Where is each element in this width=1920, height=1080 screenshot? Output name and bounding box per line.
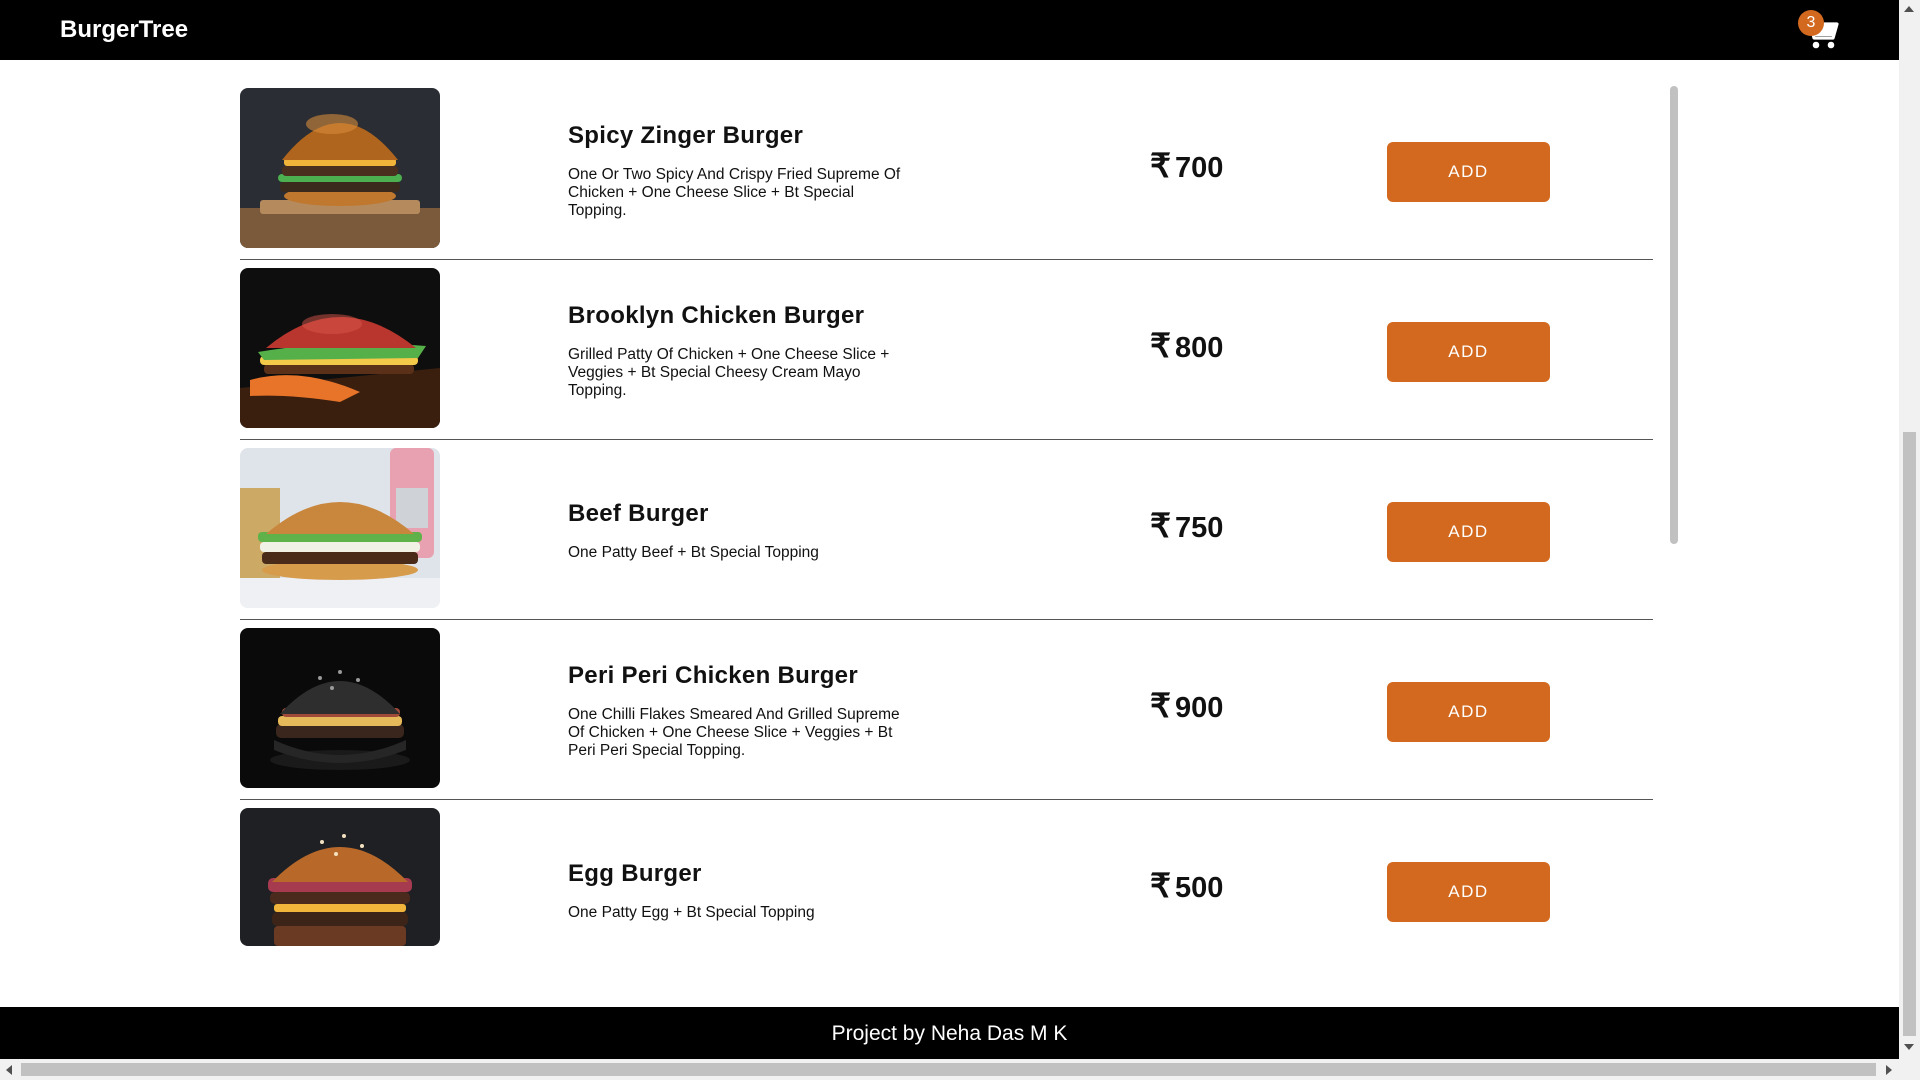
price-value: 500	[1175, 872, 1224, 904]
item-description: One Or Two Spicy And Crispy Fried Suprem…	[568, 166, 901, 219]
menu-list: Spicy Zinger Burger One Or Two Spicy And…	[240, 80, 1653, 948]
scroll-left-arrow-icon[interactable]	[6, 1065, 12, 1075]
item-description: One Patty Beef + Bt Special Topping	[568, 544, 819, 561]
price-value: 800	[1175, 332, 1224, 364]
add-button[interactable]: ADD	[1387, 682, 1550, 742]
scroll-right-arrow-icon[interactable]	[1886, 1065, 1892, 1075]
item-description: One Chilli Flakes Smeared And Grilled Su…	[568, 706, 900, 759]
item-name: Egg Burger	[568, 860, 702, 887]
rupee-icon: ₹	[1150, 867, 1171, 904]
rupee-icon: ₹	[1150, 687, 1171, 724]
item-price: ₹900	[1150, 687, 1224, 724]
add-button[interactable]: ADD	[1387, 502, 1550, 562]
scroll-up-arrow-icon[interactable]	[1904, 6, 1914, 12]
page-footer: Project by Neha Das M K	[0, 1007, 1899, 1059]
item-name: Beef Burger	[568, 500, 709, 527]
top-navbar: BurgerTree 3	[0, 0, 1899, 60]
app-viewport: BurgerTree 3 Spicy Zinger Burger One Or …	[0, 0, 1899, 1059]
add-button[interactable]: ADD	[1387, 322, 1550, 382]
scroll-down-arrow-icon[interactable]	[1904, 1044, 1914, 1050]
rupee-icon: ₹	[1150, 147, 1171, 184]
menu-item: Brooklyn Chicken Burger Grilled Patty Of…	[240, 260, 1653, 440]
menu-scrollbar-thumb[interactable]	[1670, 86, 1678, 544]
add-button[interactable]: ADD	[1387, 862, 1550, 922]
menu-item: Spicy Zinger Burger One Or Two Spicy And…	[240, 80, 1653, 260]
burger-image-beef	[240, 448, 440, 608]
brand-logo-text[interactable]: BurgerTree	[60, 16, 188, 44]
horizontal-scrollbar-thumb[interactable]	[21, 1063, 1876, 1076]
price-value: 750	[1175, 512, 1224, 544]
cart-button[interactable]: 3	[1798, 6, 1844, 52]
menu-item: Beef Burger One Patty Beef + Bt Special …	[240, 440, 1653, 620]
burger-image-brooklyn-chicken	[240, 268, 440, 428]
item-price: ₹800	[1150, 327, 1224, 364]
footer-credit: Project by Neha Das M K	[831, 1022, 1068, 1045]
menu-item: Peri Peri Chicken Burger One Chilli Flak…	[240, 620, 1653, 800]
cart-count-badge: 3	[1798, 10, 1824, 36]
burger-image-egg	[240, 808, 440, 946]
rupee-icon: ₹	[1150, 507, 1171, 544]
rupee-icon: ₹	[1150, 327, 1171, 364]
item-name: Peri Peri Chicken Burger	[568, 662, 858, 689]
item-description: Grilled Patty Of Chicken + One Cheese Sl…	[568, 346, 890, 399]
item-name: Brooklyn Chicken Burger	[568, 302, 865, 329]
menu-item: Egg Burger One Patty Egg + Bt Special To…	[240, 800, 1653, 948]
price-value: 900	[1175, 692, 1224, 724]
item-price: ₹700	[1150, 147, 1224, 184]
burger-image-peri-peri-chicken	[240, 628, 440, 788]
window-horizontal-scrollbar[interactable]	[0, 1059, 1920, 1080]
item-name: Spicy Zinger Burger	[568, 122, 804, 149]
price-value: 700	[1175, 152, 1224, 184]
item-price: ₹750	[1150, 507, 1224, 544]
burger-image-spicy-zinger	[240, 88, 440, 248]
vertical-scrollbar-thumb[interactable]	[1903, 432, 1916, 1036]
add-button[interactable]: ADD	[1387, 142, 1550, 202]
window-vertical-scrollbar[interactable]	[1899, 0, 1920, 1059]
item-description: One Patty Egg + Bt Special Topping	[568, 904, 815, 921]
item-price: ₹500	[1150, 867, 1224, 904]
